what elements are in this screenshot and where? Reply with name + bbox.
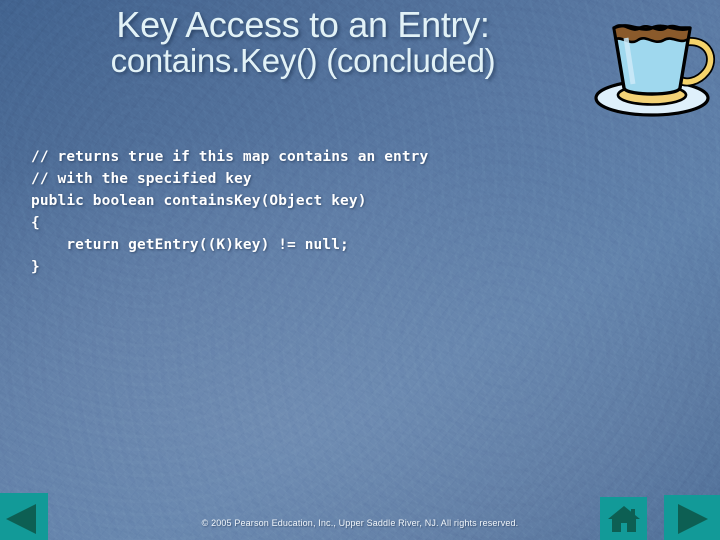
page-title: Key Access to an Entry: contains.Key() (… (18, 4, 588, 80)
code-line: } (31, 259, 40, 275)
code-line: public boolean containsKey(Object key) (31, 193, 367, 209)
coffee-cup-icon (588, 4, 720, 122)
triangle-left-icon (6, 504, 36, 534)
code-line: { (31, 215, 40, 231)
home-icon (607, 506, 640, 532)
slide-canvas: Key Access to an Entry: contains.Key() (… (0, 0, 720, 540)
previous-slide-button[interactable] (0, 493, 48, 540)
title-line-2: contains.Key() (concluded) (110, 42, 496, 80)
home-button[interactable] (600, 497, 647, 540)
triangle-right-icon (678, 504, 708, 534)
code-line: return getEntry((K)key) != null; (31, 237, 349, 253)
code-line: // with the specified key (31, 171, 252, 187)
next-slide-button[interactable] (664, 495, 720, 540)
code-block: // returns true if this map contains an … (31, 146, 651, 278)
title-line-1: Key Access to an Entry: (116, 4, 490, 45)
code-line: // returns true if this map contains an … (31, 149, 429, 165)
